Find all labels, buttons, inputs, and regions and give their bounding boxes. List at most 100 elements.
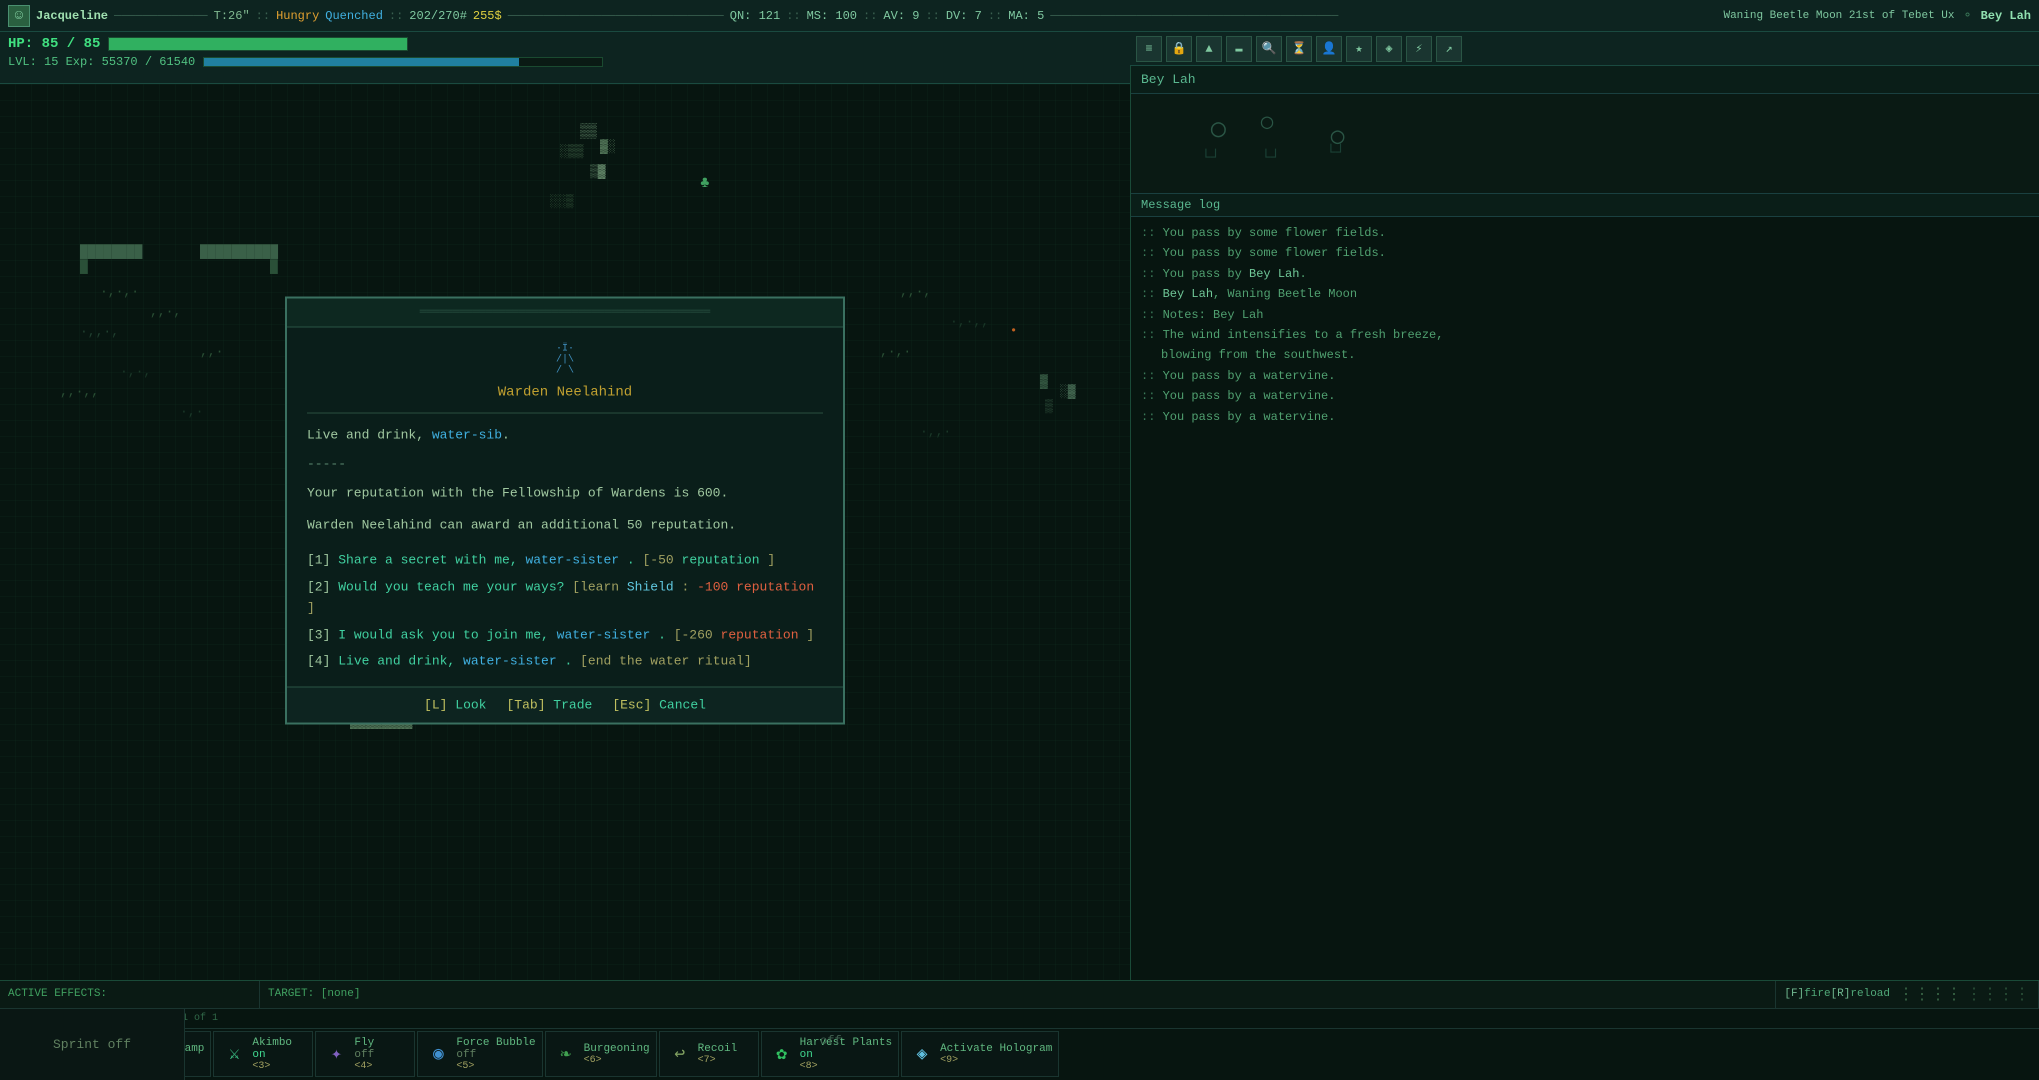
msg-line: :: You pass by a watervine.: [1141, 366, 2029, 386]
activate-hologram-icon: ◈: [908, 1040, 936, 1068]
wall-tile: ██████████: [200, 244, 278, 259]
search-icon[interactable]: 🔍: [1256, 36, 1282, 62]
structure-tile: ░▓: [1060, 384, 1076, 399]
player-icon: ☺: [8, 5, 30, 27]
look-button[interactable]: [L] Look: [424, 698, 486, 713]
map-tile: ,,·,: [150, 304, 181, 319]
map-tile: ·,,·,: [80, 324, 119, 339]
block-icon[interactable]: ▬: [1226, 36, 1252, 62]
diamond-icon[interactable]: ◈: [1376, 36, 1402, 62]
map-tile: ,,·,,: [60, 384, 99, 399]
bottom-top-row: ACTIVE EFFECTS: TARGET: [none] [F] fire …: [0, 981, 2039, 1009]
dialog-greeting: Live and drink, water-sib.: [307, 426, 823, 447]
npc-sprite-area: ·Ï· /|\ / \: [287, 328, 843, 385]
npc-preview: ◯ ◯ ◯ └┘ └┘ └┘: [1131, 94, 2039, 194]
right-section: Waning Beetle Moon 21st of Tebet Ux ⚬ Be…: [1723, 8, 2031, 23]
dialog-footer: [L] Look [Tab] Trade [Esc] Cancel: [287, 687, 843, 723]
tree-tile: ♣: [700, 174, 710, 192]
rep-text-2: Warden Neelahind can award an additional…: [307, 516, 823, 537]
dialog-option-2[interactable]: [2] Would you teach me your ways? [learn…: [307, 577, 823, 619]
preview-shape1: ◯: [1211, 114, 1225, 144]
msg-line: :: You pass by a watervine.: [1141, 386, 2029, 406]
dialog-option-4[interactable]: [4] Live and drink, water-sister . [end …: [307, 652, 823, 673]
ability-akimbo[interactable]: ⚔ Akimbo on <3>: [213, 1031, 313, 1077]
targets-label: TARGET: [none]: [260, 981, 1776, 1008]
msg-line: :: You pass by a watervine.: [1141, 407, 2029, 427]
waning-off-label: off: [820, 1033, 842, 1048]
ability-fly[interactable]: ✦ Fly off <4>: [315, 1031, 415, 1077]
hp-bar: [108, 37, 408, 51]
dialog-option-3[interactable]: [3] I would ask you to join me, water-si…: [307, 625, 823, 646]
map-tile: ░░▒: [550, 194, 573, 209]
msg-line: :: Notes: Bey Lah: [1141, 305, 2029, 325]
turn-stat: T:26": [214, 9, 250, 23]
exp-label: LVL: 15 Exp: 55370 / 61540: [8, 55, 195, 69]
msg-line: :: You pass by Bey Lah.: [1141, 264, 2029, 284]
msg-line: :: You pass by some flower fields.: [1141, 243, 2029, 263]
map-tile: ,,·: [200, 344, 223, 359]
map-tile: ·,·,·: [100, 284, 139, 299]
icon-bar: ≡ 🔒 ▲ ▬ 🔍 ⏳ 👤 ★ ◈ ⚡ ↗: [1130, 32, 2039, 66]
dialog-body: Live and drink, water-sib. ----- Your re…: [287, 426, 843, 687]
hp-label: HP: 85 / 85: [8, 36, 100, 52]
map-tile: ,,·,: [900, 284, 931, 299]
dialog-header: ════════════════════════════════════════…: [287, 299, 843, 328]
gold-stat: 255$: [473, 9, 502, 23]
dialog-option-1[interactable]: [1] Share a secret with me, water-sister…: [307, 551, 823, 572]
npc-name: Warden Neelahind: [287, 385, 843, 413]
map-tile: ▓░: [600, 139, 616, 154]
dialog-divider-text: -----: [307, 454, 823, 475]
abilities-row: A ≡Tab≡tab ABILITIES page 1 of 1: [0, 1009, 2039, 1029]
active-effects-label: ACTIVE EFFECTS:: [0, 981, 260, 1008]
up-icon[interactable]: ▲: [1196, 36, 1222, 62]
star-icon[interactable]: ★: [1346, 36, 1372, 62]
game-area: ▒▒ ▓░ ░▒▒ ▒▓ ░░▒ ♣ ·,·,· ,,·, ·,,·, ,,· …: [0, 84, 1130, 980]
preview-shape4: └┘: [1201, 149, 1220, 167]
preview-shape2: ◯: [1261, 109, 1273, 135]
msg-line: blowing from the southwest.: [1141, 345, 2029, 365]
top-bar: ☺ Jacqueline ───────────── T:26" :: Hung…: [0, 0, 2039, 32]
trade-button[interactable]: [Tab] Trade: [506, 698, 592, 713]
person-icon[interactable]: 👤: [1316, 36, 1342, 62]
map-tile: ▒▓: [590, 164, 606, 179]
menu-icon[interactable]: ≡: [1136, 36, 1162, 62]
message-log: :: You pass by some flower fields. :: Yo…: [1131, 217, 2039, 433]
burgeoning-icon: ❧: [552, 1040, 580, 1068]
name-divider: [307, 413, 823, 414]
npc-sprite: ·Ï· /|\ / \: [556, 344, 574, 377]
map-tile: ,·,·: [880, 344, 911, 359]
msg-log-label: Message log: [1131, 194, 2039, 217]
msg-line: :: The wind intensifies to a fresh breez…: [1141, 325, 2029, 345]
ability-recoil[interactable]: ↩ Recoil <7>: [659, 1031, 759, 1077]
dv-stat: DV: 7: [946, 9, 982, 23]
ability-force-bubble[interactable]: ◉ Force Bubble off <5>: [417, 1031, 542, 1077]
cancel-button[interactable]: [Esc] Cancel: [612, 698, 706, 713]
msg-line: :: Bey Lah, Waning Beetle Moon: [1141, 284, 2029, 304]
status-bars: HP: 85 / 85 LVL: 15 Exp: 55370 / 61540: [0, 32, 1130, 84]
map-tile: ·,,·: [920, 424, 951, 439]
ability-burgeoning[interactable]: ❧ Burgeoning <6>: [545, 1031, 657, 1077]
wall-tile: ████████: [80, 244, 142, 259]
ability-activate-hologram[interactable]: ◈ Activate Hologram <9>: [901, 1031, 1059, 1077]
exp-bar-fill: [204, 58, 518, 66]
item-tile: •: [1010, 324, 1017, 338]
qn-stat: QN: 121: [730, 9, 780, 23]
av-stat: AV: 9: [883, 9, 919, 23]
sprint-off-box: Sprint off: [0, 1008, 185, 1080]
clock-icon[interactable]: ⏳: [1286, 36, 1312, 62]
sprint-off-label: Sprint off: [53, 1037, 131, 1052]
map-tile: ░▒▒: [560, 144, 583, 159]
fly-icon: ✦: [322, 1040, 350, 1068]
status-quenched: Quenched: [325, 9, 383, 23]
fire-reload-label: [F] fire [R] reload ⋮⋮⋮⋮ ⋮⋮⋮⋮: [1776, 981, 2039, 1008]
structure-tile: ▓: [1040, 374, 1048, 389]
mp-stat: 202/270#: [409, 9, 467, 23]
msg-line: :: You pass by some flower fields.: [1141, 223, 2029, 243]
rep-text-1: Your reputation with the Fellowship of W…: [307, 483, 823, 504]
location-label: Bey Lah: [1131, 66, 2039, 94]
lock-icon[interactable]: 🔒: [1166, 36, 1192, 62]
right-panel: Bey Lah ◯ ◯ ◯ └┘ └┘ └┘ Message log :: Yo…: [1130, 66, 2039, 980]
arrow-icon[interactable]: ↗: [1436, 36, 1462, 62]
map-tile: ·,·: [180, 404, 203, 419]
lightning-icon[interactable]: ⚡: [1406, 36, 1432, 62]
